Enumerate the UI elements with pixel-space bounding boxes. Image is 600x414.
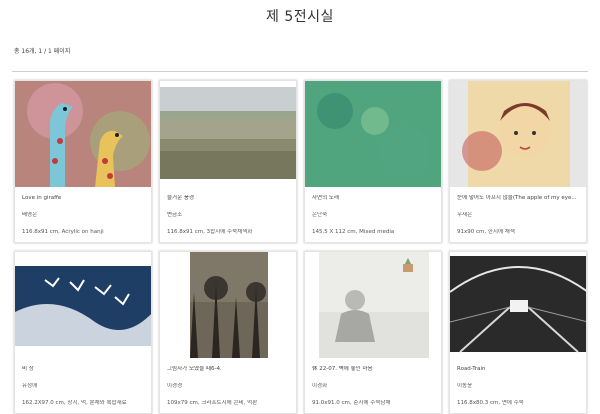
result-count: 총 16개, 1 / 1 페이지 <box>14 48 71 55</box>
artwork-artist: 배영은 <box>22 212 38 218</box>
artwork-artist: 이경경 <box>167 383 183 389</box>
artwork-image[interactable] <box>305 81 441 187</box>
artwork-card[interactable]: 즐거운 풍경 변금조 116.8x91 cm, 3합지에 수묵채색화 <box>159 80 297 243</box>
artwork-detail: 116.8x91 cm, Acrylic on hanji <box>22 229 104 235</box>
artwork-detail: 109x79 cm, 크라프트지에 콘테, 먹판 <box>167 400 258 406</box>
artwork-title[interactable]: 그림자가 모였을 때6-4. <box>167 366 289 373</box>
artwork-image[interactable] <box>305 252 441 358</box>
artwork-card[interactable]: 자연의 노래 은난숙 145.5 X 112 cm, Mixed media <box>304 80 442 243</box>
artwork-title[interactable]: 즐거운 풍경 <box>167 195 289 202</box>
artwork-title[interactable]: Love in giraffe <box>22 195 144 202</box>
artwork-artist: 변금조 <box>167 212 183 218</box>
artwork-card[interactable]: 休 22-07. 벽에 놓인 마음 이경화 91.0x91.0 cm, 순지에 … <box>304 251 442 414</box>
artwork-image[interactable] <box>160 81 296 187</box>
artwork-detail: 91.0x91.0 cm, 순지에 수묵담채 <box>312 400 391 406</box>
artwork-detail: 145.5 X 112 cm, Mixed media <box>312 229 395 235</box>
artwork-image[interactable] <box>15 81 151 187</box>
artwork-title[interactable]: 자연의 노래 <box>312 195 434 202</box>
artwork-title[interactable]: Road-Train <box>457 366 579 373</box>
artwork-artist: 이경화 <box>312 383 328 389</box>
artwork-card[interactable]: 비 상 유정애 162.2X97.0 cm, 장지, 먹, 분채와 복합재료 <box>14 251 152 414</box>
artwork-detail: 116.8x91 cm, 3합지에 수묵채색화 <box>167 229 253 235</box>
artwork-detail: 91x90 cm, 한지에 채색 <box>457 229 515 235</box>
artwork-title[interactable]: 눈에 넣어도 아프지 않을(The apple of my eye... <box>457 195 579 202</box>
artwork-title[interactable]: 비 상 <box>22 366 144 373</box>
artwork-artist: 이동윤 <box>457 383 473 389</box>
artwork-artist: 유정애 <box>22 383 38 389</box>
artwork-artist: 은난숙 <box>312 212 328 218</box>
artwork-card[interactable]: Love in giraffe 배영은 116.8x91 cm, Acrylic… <box>14 80 152 243</box>
artwork-image[interactable] <box>450 252 586 358</box>
artwork-artist: 우새은 <box>457 212 473 218</box>
artwork-card[interactable]: 눈에 넣어도 아프지 않을(The apple of my eye... 우새은… <box>449 80 587 243</box>
artwork-grid: Love in giraffe 배영은 116.8x91 cm, Acrylic… <box>14 80 587 414</box>
page-title: 제 5전시실 <box>266 9 334 25</box>
artwork-image[interactable] <box>160 252 296 358</box>
artwork-image[interactable] <box>450 81 586 187</box>
divider <box>12 71 588 72</box>
artwork-card[interactable]: Road-Train 이동윤 116.8x80.3 cm, 면에 수묵 <box>449 251 587 414</box>
artwork-card[interactable]: 그림자가 모였을 때6-4. 이경경 109x79 cm, 크라프트지에 콘테,… <box>159 251 297 414</box>
artwork-detail: 116.8x80.3 cm, 면에 수묵 <box>457 400 524 406</box>
artwork-title[interactable]: 休 22-07. 벽에 놓인 마음 <box>312 366 434 373</box>
artwork-image[interactable] <box>15 252 151 358</box>
artwork-detail: 162.2X97.0 cm, 장지, 먹, 분채와 복합재료 <box>22 400 127 406</box>
